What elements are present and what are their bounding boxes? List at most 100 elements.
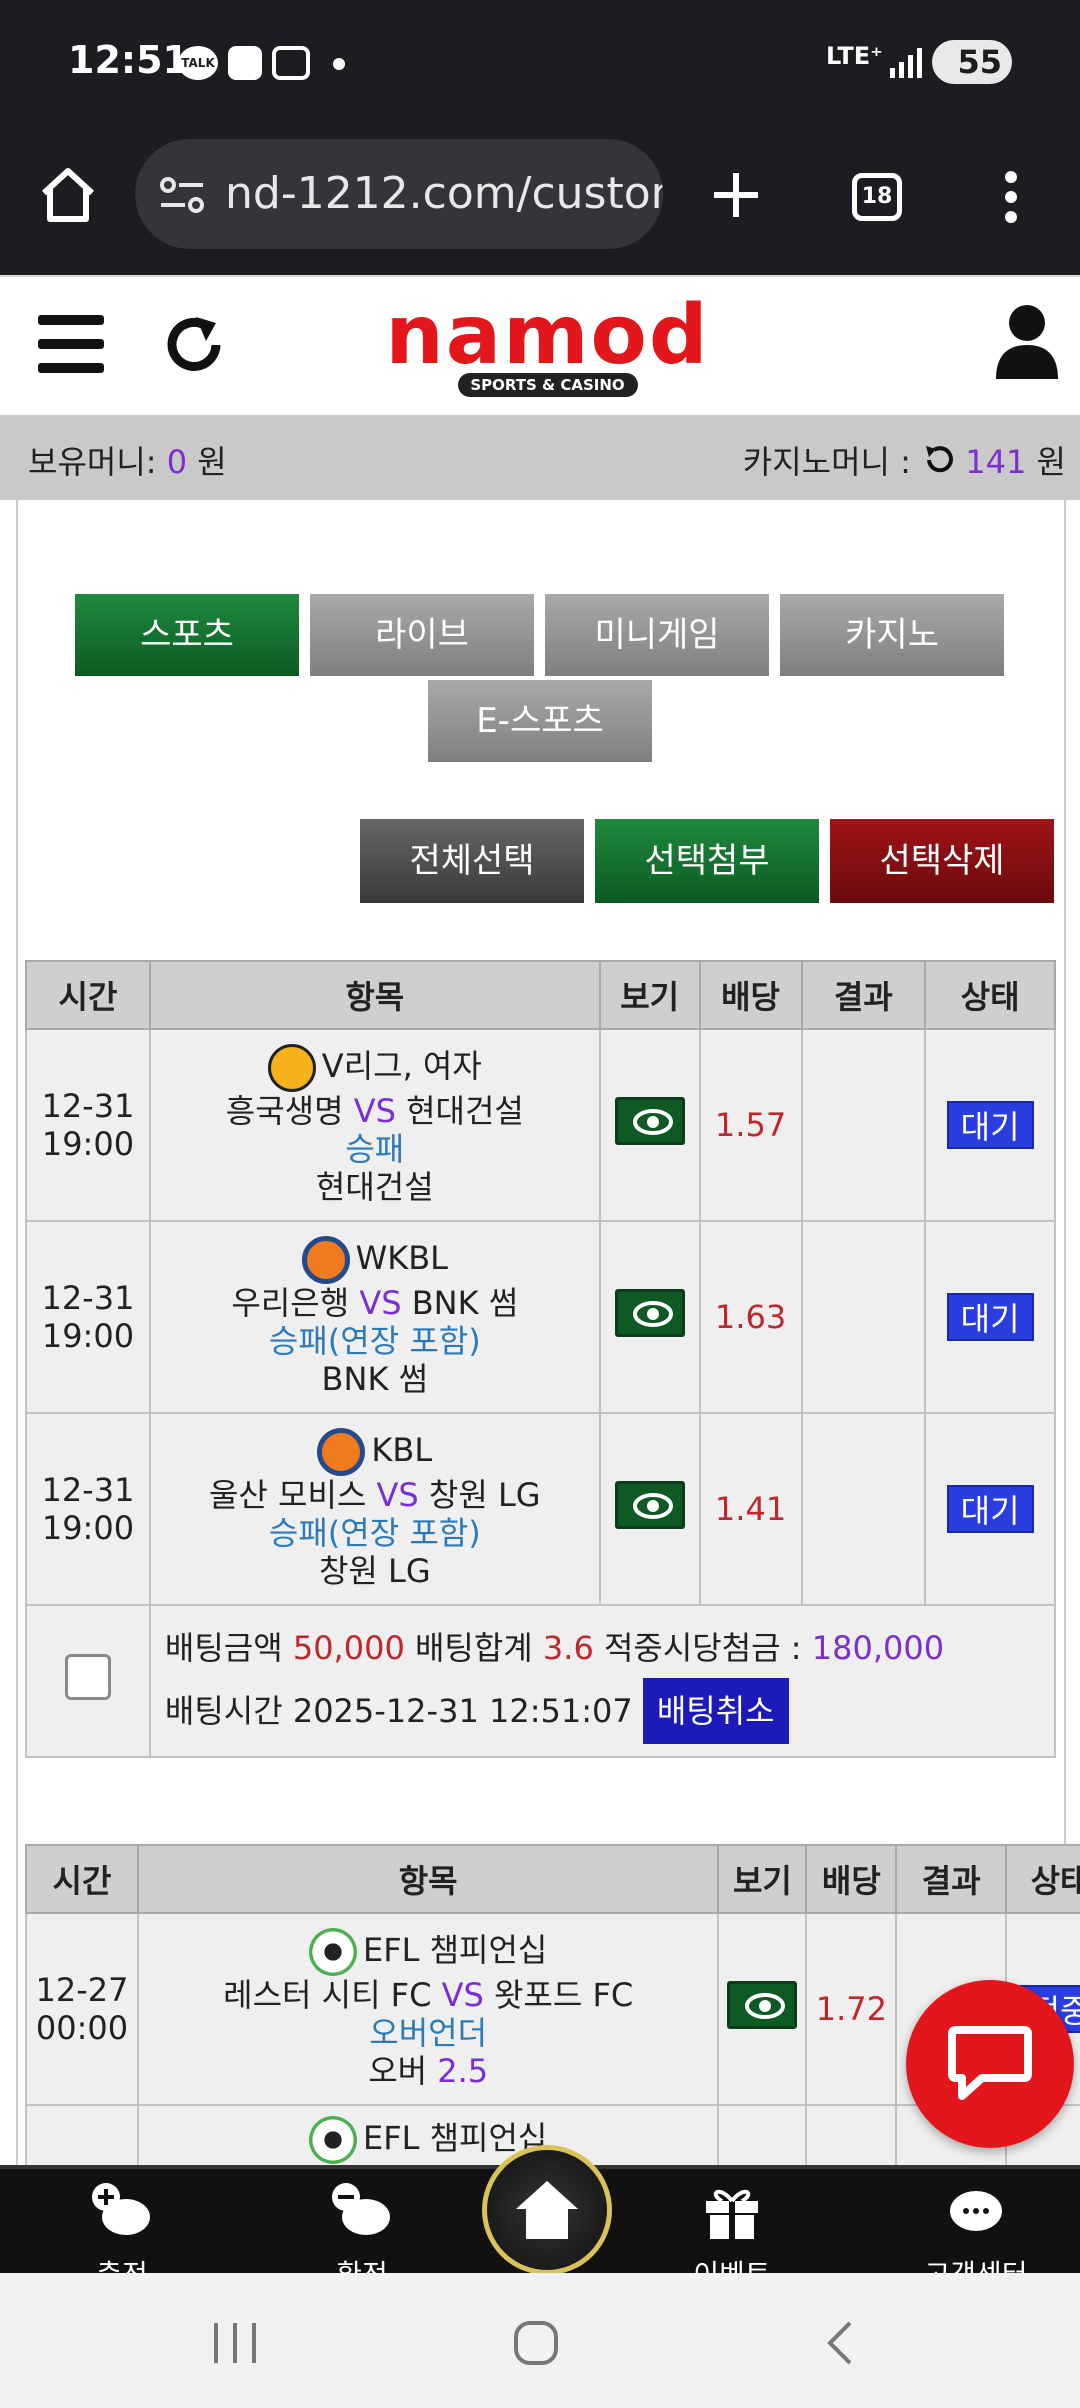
nav-deposit[interactable]: 충전 [42, 2169, 202, 2291]
more-options-icon[interactable] [998, 169, 1024, 225]
table-row: 12-31 19:00 WKBL 우리은행 VS BNK 썸 승패(연장 포함) … [25, 1220, 1056, 1414]
col-result: 결과 [895, 1844, 1008, 1914]
casino-unit: 원 [1036, 443, 1066, 481]
notification-app-icon [228, 46, 262, 80]
site-logo[interactable]: namod SPORTS & CASINO [370, 288, 725, 399]
hamburger-menu-icon[interactable] [38, 315, 104, 373]
battery-indicator: 55 [932, 40, 1012, 84]
col-time: 시간 [25, 960, 151, 1030]
attach-selected-button[interactable]: 선택첨부 [595, 819, 819, 903]
checkbox-cell [25, 1604, 151, 1758]
league-name: EFL 챔피언십 [362, 1931, 548, 1969]
screenshot-icon [272, 46, 310, 80]
clock: 12:51 [68, 38, 189, 82]
match-hour: 00:00 [35, 2009, 129, 2047]
tab-minigame[interactable]: 미니게임 [545, 594, 769, 676]
view-eye-button[interactable] [614, 1097, 685, 1145]
cancel-bet-button[interactable]: 배팅취소 [642, 1678, 789, 1744]
eye-icon [745, 1993, 786, 2019]
result-value [800, 1412, 927, 1606]
match-time: 12-31 19:00 [25, 1220, 151, 1414]
view-cell [717, 1912, 808, 2106]
match-time [25, 2104, 139, 2165]
market-type: 승패(연장 포함) [268, 1514, 481, 1552]
tab-sports[interactable]: 스포츠 [75, 594, 299, 676]
home-team: 우리은행 [231, 1284, 350, 1322]
view-cell [598, 1028, 701, 1222]
browser-toolbar: nd-1212.com/custom 18 [0, 125, 1080, 275]
market-type: 오버언더 [369, 2014, 488, 2052]
casino-value: 141 [965, 443, 1027, 481]
basketball-icon [317, 1428, 366, 1476]
bet-pick: 창원 LG [318, 1552, 431, 1590]
url-field[interactable]: nd-1212.com/custom [135, 139, 663, 249]
away-team: 현대건설 [406, 1092, 524, 1130]
user-profile-icon[interactable] [994, 303, 1060, 379]
match-hour: 19:00 [41, 1125, 135, 1163]
home-nav-icon[interactable] [512, 2319, 560, 2367]
signal-icon [890, 48, 922, 78]
tab-switcher-button[interactable]: 18 [852, 173, 902, 221]
view-eye-button[interactable] [727, 1981, 798, 2029]
bet-time-label: 배팅시간 [164, 1692, 283, 1730]
status-cell: 대기 [924, 1220, 1056, 1414]
col-status: 상태 [1005, 1844, 1080, 1914]
live-chat-button[interactable] [906, 1980, 1074, 2148]
col-odds: 배당 [805, 1844, 898, 1914]
select-all-button[interactable]: 전체선택 [360, 819, 584, 903]
eye-icon [632, 1493, 673, 1519]
tab-live[interactable]: 라이브 [310, 594, 534, 676]
soccer-ball-icon [308, 2116, 357, 2164]
tab-esports[interactable]: E-스포츠 [428, 680, 652, 762]
eye-icon [632, 1301, 673, 1327]
basketball-icon [301, 1236, 350, 1284]
holding-value: 0 [166, 443, 188, 481]
table-row: 12-31 19:00 V리그, 여자 흥국생명 VS 현대건설 승패 현대건설 … [25, 1028, 1056, 1222]
match-info: EFL 챔피언십 [136, 2104, 720, 2165]
refresh-casino-icon[interactable] [921, 443, 955, 477]
table-header-row: 시간 항목 보기 배당 결과 상태 [25, 1844, 1080, 1914]
recent-apps-icon[interactable] [210, 2321, 260, 2365]
logo-wordmark: namod [385, 288, 710, 383]
odds-value: 1.41 [698, 1412, 803, 1606]
vs-label: VS [376, 1476, 419, 1514]
bet-select-checkbox[interactable] [64, 1654, 111, 1700]
casino-money: 카지노머니 : 141 원 [743, 437, 1066, 483]
table-row: 12-31 19:00 KBL 울산 모비스 VS 창원 LG 승패(연장 포함)… [25, 1412, 1056, 1606]
view-eye-button[interactable] [614, 1481, 685, 1529]
status-badge: 대기 [946, 1101, 1034, 1149]
more-notifications-dot [333, 58, 345, 70]
view-eye-button[interactable] [614, 1289, 685, 1337]
tab-casino[interactable]: 카지노 [780, 594, 1004, 676]
kakaotalk-icon: TALK [178, 46, 218, 80]
col-view: 보기 [598, 960, 701, 1030]
vs-label: VS [353, 1092, 396, 1130]
result-value [800, 1220, 927, 1414]
match-info: EFL 챔피언십 레스터 시티 FC VS 왓포드 FC 오버언더 오버 2.5 [136, 1912, 720, 2106]
site-header: namod SPORTS & CASINO [0, 275, 1080, 415]
home-icon [516, 2181, 578, 2239]
nav-event[interactable]: 이벤트 [652, 2169, 812, 2291]
away-team: 왓포드 FC [493, 1976, 634, 2014]
match-info: WKBL 우리은행 VS BNK 썸 승패(연장 포함) BNK 썸 [148, 1220, 601, 1414]
home-icon[interactable] [38, 165, 98, 225]
holding-money: 보유머니: 0 원 [28, 437, 227, 483]
soccer-ball-icon [308, 1928, 357, 1976]
vs-label: VS [441, 1976, 484, 2014]
col-view: 보기 [717, 1844, 808, 1914]
status-badge: 대기 [946, 1293, 1034, 1341]
odds-value: 1.72 [805, 1912, 898, 2106]
nav-home-button[interactable] [482, 2145, 612, 2275]
new-tab-icon[interactable] [710, 169, 762, 221]
system-navigation-bar [0, 2273, 1080, 2408]
refresh-icon[interactable] [166, 313, 226, 375]
site-settings-icon[interactable] [159, 175, 205, 215]
nav-customer-center[interactable]: 고객센터 [896, 2169, 1056, 2291]
back-nav-icon[interactable] [822, 2319, 856, 2367]
nav-withdraw[interactable]: 환전 [282, 2169, 442, 2291]
col-result: 결과 [800, 960, 927, 1030]
league-name: WKBL [355, 1239, 448, 1277]
delete-selected-button[interactable]: 선택삭제 [830, 819, 1054, 903]
pick-line: 2.5 [437, 2052, 489, 2090]
volleyball-icon [267, 1044, 316, 1092]
